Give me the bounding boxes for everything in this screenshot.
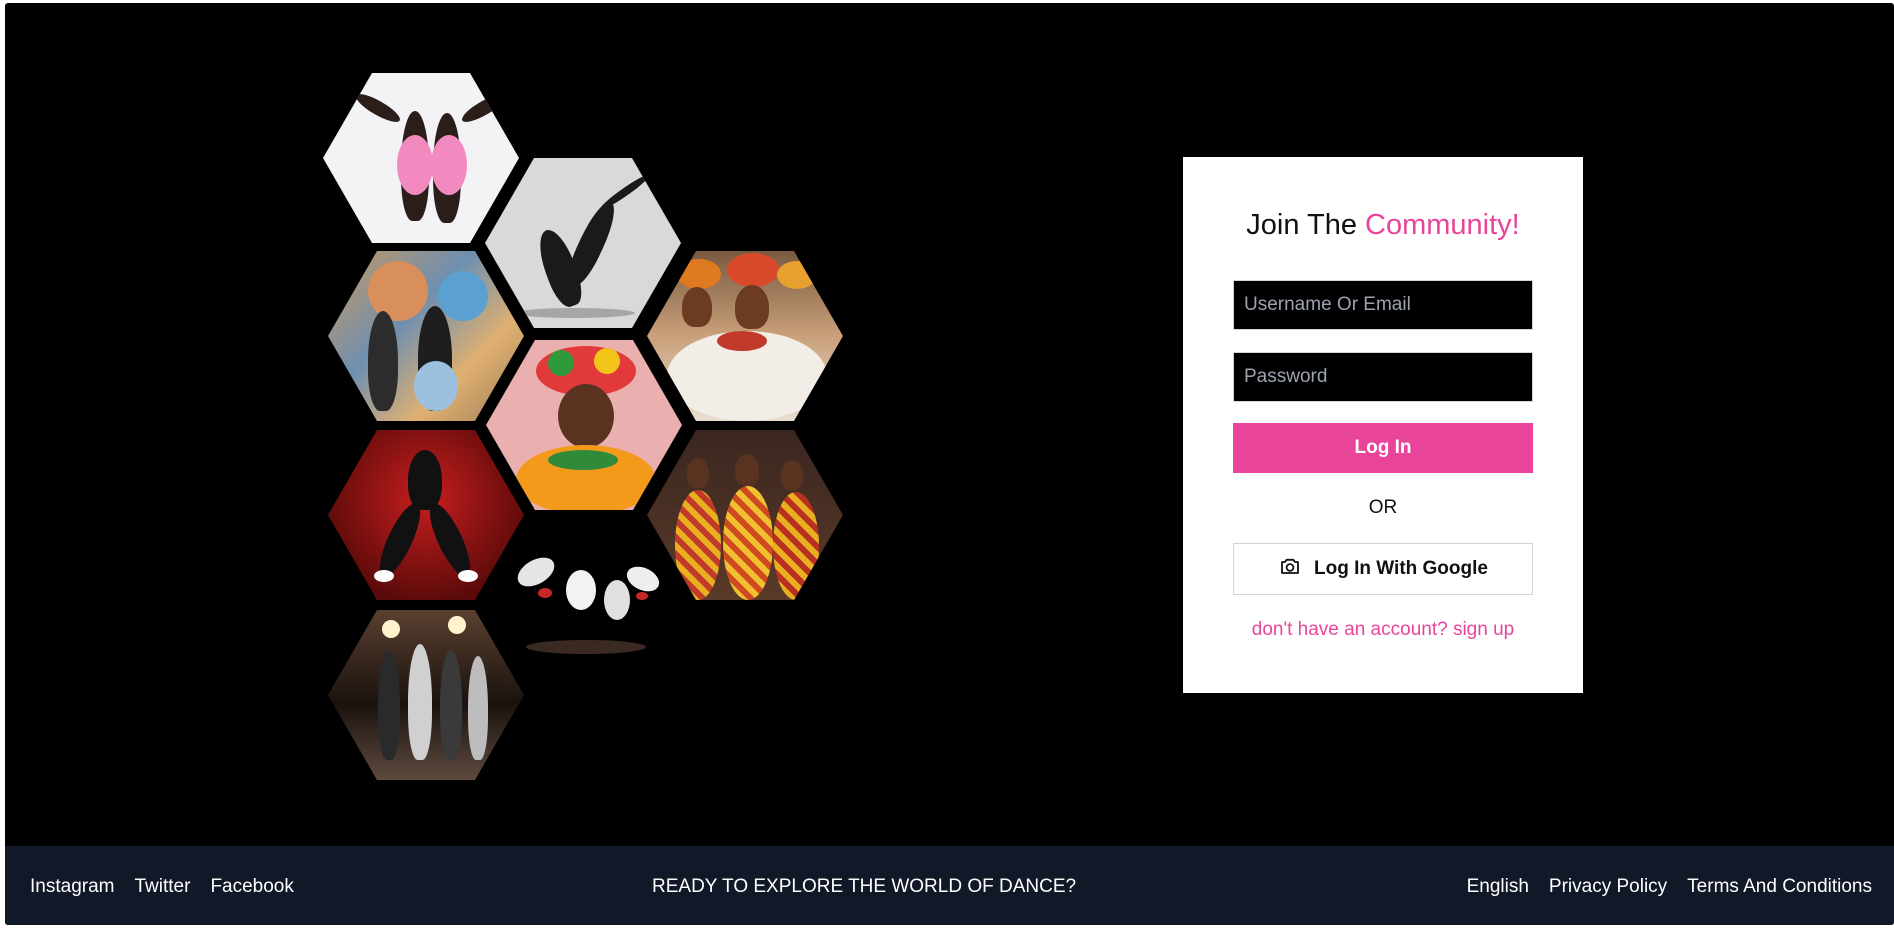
footer-link-language[interactable]: English <box>1467 876 1529 898</box>
footer-link-facebook[interactable]: Facebook <box>210 876 293 898</box>
page-background: Join The Community! Log In OR Log In Wit… <box>5 3 1894 925</box>
or-divider: OR <box>1368 497 1398 518</box>
footer: Instagram Twitter Facebook READY TO EXPL… <box>5 846 1894 925</box>
google-login-label: Log In With Google <box>1314 558 1488 579</box>
login-title-accent: Community! <box>1365 209 1520 241</box>
footer-link-terms[interactable]: Terms And Conditions <box>1687 876 1872 898</box>
camera-icon <box>1278 554 1302 584</box>
collage-image-acrobatic-dancers-stage <box>486 520 682 690</box>
collage-image-dancers-pink-outfits <box>323 73 519 243</box>
username-input[interactable] <box>1233 280 1533 330</box>
login-card: Join The Community! Log In OR Log In Wit… <box>1183 157 1583 693</box>
footer-link-twitter[interactable]: Twitter <box>134 876 190 898</box>
collage-image-dancer-red-background <box>328 430 524 600</box>
login-button[interactable]: Log In <box>1233 423 1533 473</box>
collage-image-dancer-flower-headdress <box>486 340 682 510</box>
collage-image-street-dancers-mural <box>328 251 524 421</box>
footer-link-privacy-policy[interactable]: Privacy Policy <box>1549 876 1667 898</box>
login-title: Join The Community! <box>1183 209 1583 242</box>
dance-photo-collage <box>5 3 905 843</box>
password-input[interactable] <box>1233 352 1533 402</box>
collage-image-dancers-patterned-dresses <box>647 430 843 600</box>
login-title-prefix: Join The <box>1246 209 1357 241</box>
collage-image-ballet-duo <box>485 158 681 328</box>
collage-image-dance-group-stage <box>328 610 524 780</box>
footer-social-links: Instagram Twitter Facebook <box>30 876 294 898</box>
footer-info-links: English Privacy Policy Terms And Conditi… <box>1467 876 1872 898</box>
google-login-button[interactable]: Log In With Google <box>1233 543 1533 595</box>
signup-link[interactable]: don't have an account? sign up <box>1183 619 1583 641</box>
collage-image-traditional-dancers-headwraps <box>647 251 843 421</box>
footer-tagline: READY TO EXPLORE THE WORLD OF DANCE? <box>652 876 1077 897</box>
footer-link-instagram[interactable]: Instagram <box>30 876 114 898</box>
